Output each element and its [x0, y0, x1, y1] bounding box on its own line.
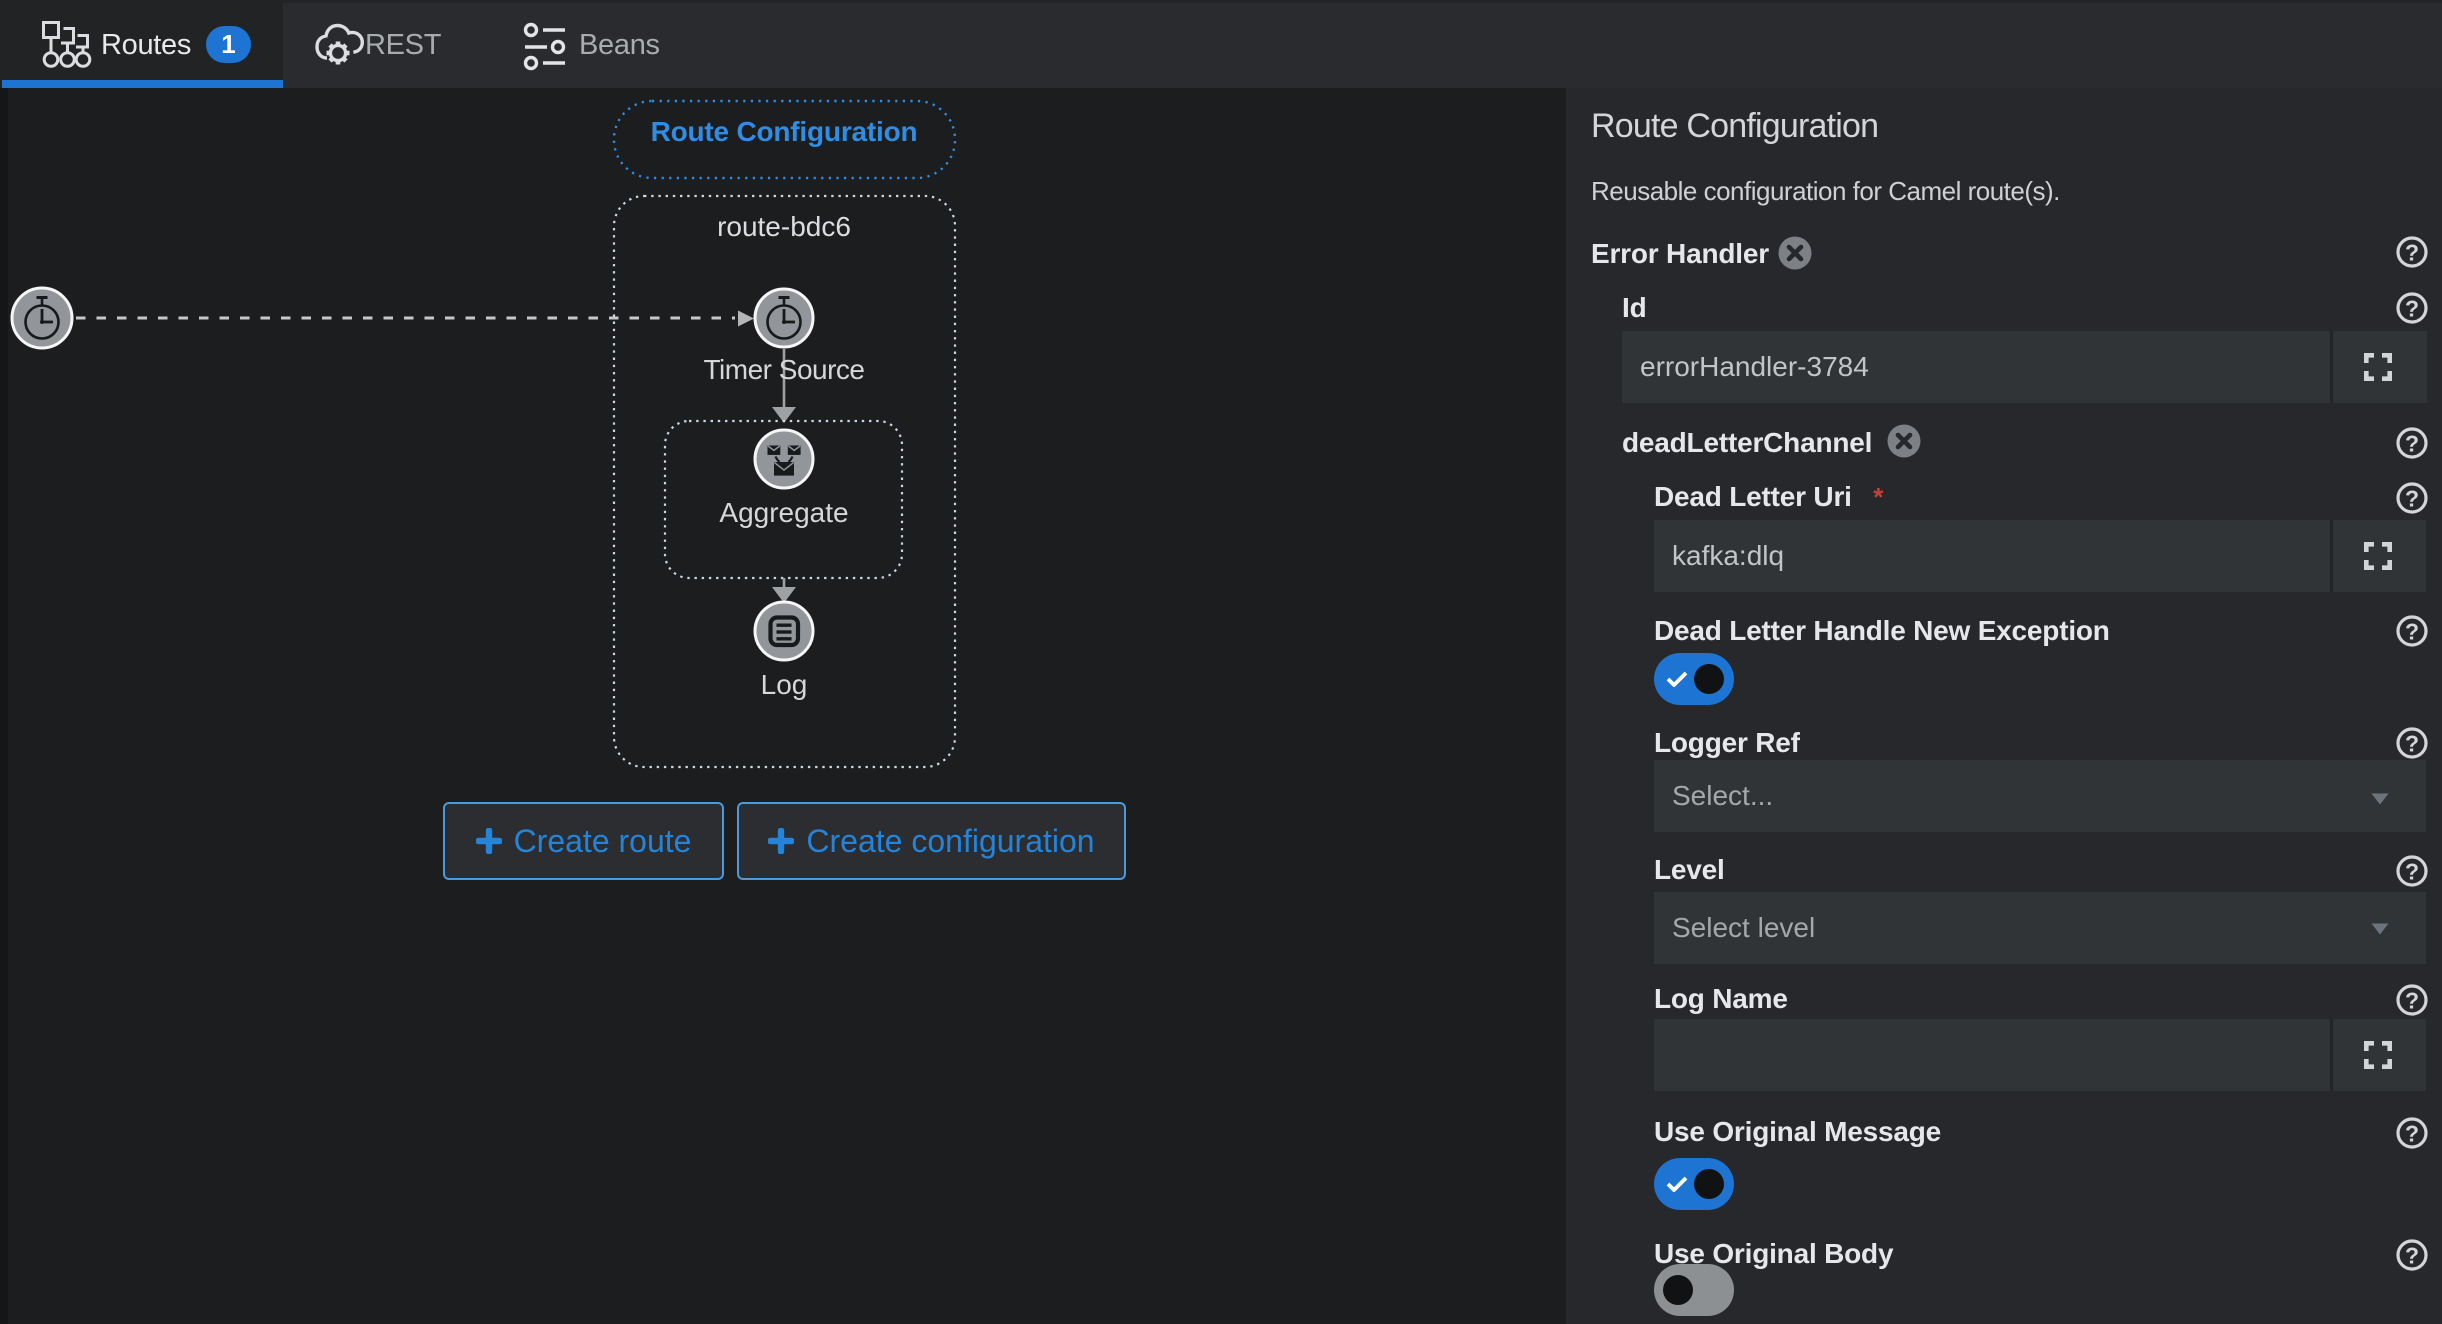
svg-text:Route Configuration: Route Configuration [651, 116, 918, 147]
svg-text:?: ? [2405, 431, 2419, 457]
svg-text:?: ? [2405, 240, 2419, 266]
svg-text:?: ? [2405, 1243, 2419, 1269]
svg-text:?: ? [2405, 1121, 2419, 1147]
svg-text:?: ? [2405, 988, 2419, 1014]
svg-text:?: ? [2405, 486, 2419, 512]
svg-text:Timer Source: Timer Source [703, 354, 864, 385]
svg-text:?: ? [2405, 731, 2419, 757]
svg-text:?: ? [2405, 619, 2419, 645]
svg-text:Aggregate: Aggregate [719, 497, 848, 528]
svg-text:route-bdc6: route-bdc6 [717, 211, 851, 242]
svg-text:?: ? [2405, 859, 2419, 885]
svg-text:?: ? [2405, 296, 2419, 322]
svg-text:Log: Log [761, 669, 808, 700]
